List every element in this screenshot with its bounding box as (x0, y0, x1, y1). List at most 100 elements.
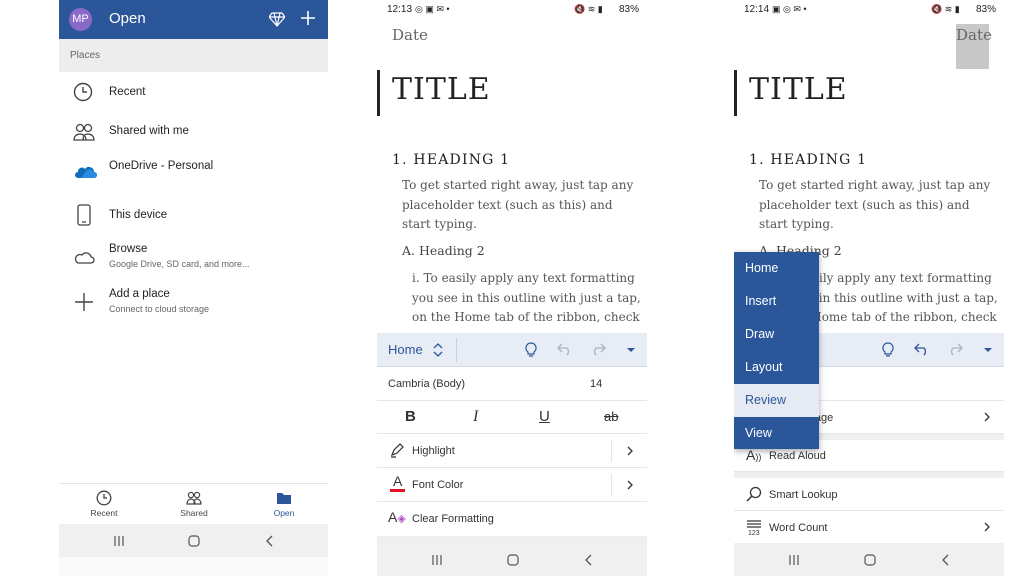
redo-icon[interactable] (590, 342, 606, 356)
place-sublabel: Connect to cloud storage (109, 304, 210, 314)
document-screen-menu: 12:14 ▣ ◎ ✉ • 🔇 ≋ ▮ 83% Date TITLE 1. HE… (734, 0, 1004, 576)
redo-icon[interactable] (947, 342, 963, 356)
clock-icon (96, 490, 112, 506)
status-system-icons: 🔇 ≋ ▮ (574, 4, 603, 14)
row-separator (611, 440, 612, 462)
nav-open[interactable]: Open (239, 484, 328, 525)
menu-item-label: Layout (745, 360, 783, 374)
strikethrough-button[interactable]: ab (604, 409, 618, 424)
ribbon-tab-selector[interactable]: Home (388, 342, 423, 357)
cloud-outline-icon (74, 252, 95, 264)
nav-label: Open (273, 508, 295, 518)
place-add[interactable]: Add a place Connect to cloud storage (59, 282, 328, 322)
document-screen-format: 12:13 ◎ ▣ ✉ • 🔇 ≋ ▮ 83% Date TITLE 1. HE… (377, 0, 647, 576)
doc-date[interactable]: Date (956, 26, 992, 44)
highlight-label: Highlight (412, 445, 455, 457)
plus-icon (75, 293, 93, 311)
nav-shared[interactable]: Shared (149, 484, 239, 525)
doc-title[interactable]: TITLE (392, 72, 491, 107)
onedrive-cloud-icon (75, 167, 97, 178)
menu-item-review[interactable]: Review (734, 384, 819, 417)
home-icon[interactable] (188, 535, 200, 547)
highlighter-icon (390, 443, 404, 458)
ribbon-collapse-icon[interactable] (983, 347, 993, 353)
doc-heading-1[interactable]: 1. HEADING 1 (749, 152, 867, 168)
ribbon-collapse-icon[interactable] (626, 347, 636, 353)
ribbon-bar: Home (377, 333, 647, 367)
system-nav-bar (59, 524, 328, 557)
place-label: Browse (109, 243, 148, 255)
back-icon[interactable] (940, 554, 952, 566)
read-aloud-label: Read Aloud (769, 450, 826, 462)
place-browse[interactable]: Browse Google Drive, SD card, and more..… (59, 237, 328, 277)
font-row[interactable]: Cambria (Body) 14 (377, 367, 647, 401)
add-icon[interactable] (300, 10, 316, 26)
bold-button[interactable]: B (405, 408, 416, 425)
home-icon[interactable] (864, 554, 876, 566)
menu-item-view[interactable]: View (734, 417, 819, 450)
italic-button[interactable]: I (473, 408, 478, 426)
status-time: 12:14 (744, 4, 770, 15)
smart-lookup-row[interactable]: Smart Lookup (734, 478, 1004, 511)
doc-heading-1[interactable]: 1. HEADING 1 (392, 152, 510, 168)
clock-icon (73, 82, 93, 102)
chevron-right-icon[interactable] (627, 446, 634, 456)
recents-icon[interactable] (431, 554, 443, 566)
nav-recent[interactable]: Recent (59, 484, 149, 525)
word-count-row[interactable]: 123 Word Count (734, 511, 1004, 543)
font-color-row[interactable]: A Font Color (377, 468, 647, 502)
lightbulb-icon[interactable] (882, 342, 894, 358)
text-style-row: B I U ab (377, 401, 647, 434)
ribbon-tab-menu: Home Insert Draw Layout Review View (734, 252, 819, 449)
menu-item-label: Review (745, 393, 786, 407)
place-label: OneDrive - Personal (109, 160, 214, 172)
section-header-label: Places (70, 50, 101, 61)
place-sublabel: Google Drive, SD card, and more... (109, 259, 250, 269)
menu-item-label: View (745, 426, 772, 440)
back-icon[interactable] (264, 535, 276, 547)
menu-item-label: Draw (745, 327, 775, 341)
app-bar: MP Open (59, 0, 328, 39)
doc-title[interactable]: TITLE (749, 72, 848, 107)
menu-item-draw[interactable]: Draw (734, 318, 819, 351)
home-icon[interactable] (507, 554, 519, 566)
updown-chevron-icon[interactable] (433, 342, 443, 358)
search-icon (746, 486, 762, 502)
chevron-right-icon[interactable] (984, 412, 991, 422)
places-list: Recent Shared with me OneDrive - Persona… (59, 72, 328, 483)
recents-icon[interactable] (113, 535, 125, 547)
menu-item-home[interactable]: Home (734, 252, 819, 285)
recents-icon[interactable] (788, 554, 800, 566)
page-title: Open (109, 10, 146, 27)
place-label: Recent (109, 86, 146, 98)
back-icon[interactable] (583, 554, 595, 566)
font-name[interactable]: Cambria (Body) (388, 378, 465, 390)
font-color-icon: A (390, 474, 406, 492)
menu-item-insert[interactable]: Insert (734, 285, 819, 318)
place-shared[interactable]: Shared with me (59, 112, 328, 152)
nav-label: Shared (180, 508, 208, 518)
place-this-device[interactable]: This device (59, 200, 328, 232)
clear-formatting-row[interactable]: A◈ Clear Formatting (377, 502, 647, 536)
doc-heading-2[interactable]: A. Heading 2 (402, 243, 485, 258)
doc-paragraph[interactable]: To get started right away, just tap any … (402, 176, 638, 235)
system-nav-bar (734, 543, 1004, 576)
place-recent[interactable]: Recent (59, 72, 328, 112)
doc-list-item[interactable]: i. To easily apply any text formatting y… (412, 269, 642, 328)
chevron-right-icon[interactable] (627, 480, 634, 490)
avatar[interactable]: MP (69, 8, 92, 31)
underline-button[interactable]: U (539, 408, 550, 425)
word-count-label: Word Count (769, 522, 828, 534)
undo-icon[interactable] (557, 342, 573, 356)
font-size[interactable]: 14 (590, 378, 602, 390)
menu-item-layout[interactable]: Layout (734, 351, 819, 384)
doc-date[interactable]: Date (392, 26, 428, 44)
diamond-icon[interactable] (269, 11, 285, 27)
doc-paragraph[interactable]: To get started right away, just tap any … (759, 176, 995, 235)
row-gap (377, 536, 647, 543)
chevron-right-icon[interactable] (984, 522, 991, 532)
place-onedrive[interactable]: OneDrive - Personal (59, 152, 328, 200)
undo-icon[interactable] (914, 342, 930, 356)
lightbulb-icon[interactable] (525, 342, 537, 358)
highlight-row[interactable]: Highlight (377, 434, 647, 468)
